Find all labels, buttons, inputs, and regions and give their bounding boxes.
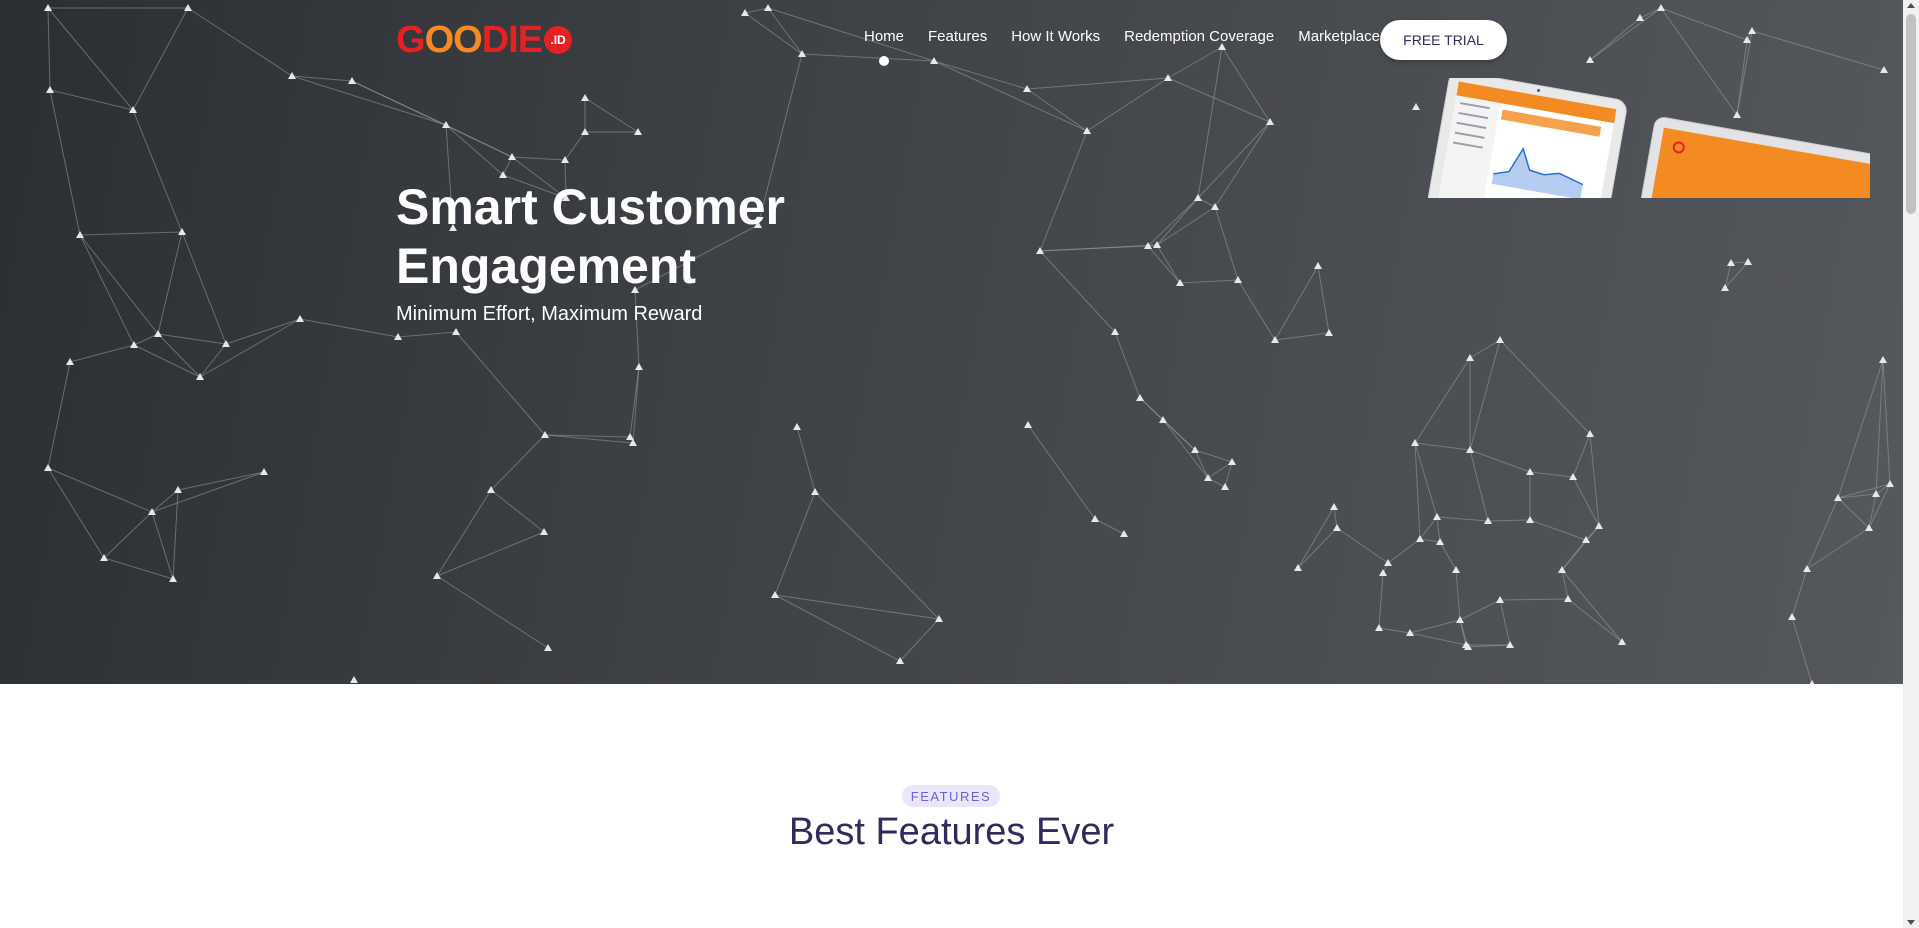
nav-features[interactable]: Features: [928, 28, 987, 45]
logo-text-g: G: [396, 19, 426, 61]
features-tag-badge: FEATURES: [902, 785, 1000, 807]
nav-marketplace[interactable]: Marketplace: [1298, 28, 1380, 45]
scroll-down-arrow-icon[interactable]: [1907, 920, 1915, 925]
logo-text-oo: OO: [424, 19, 483, 61]
page-scrollbar[interactable]: [1903, 0, 1919, 928]
logo-badge: .ID: [544, 26, 573, 54]
hero-section: G OO DIE .ID Home Features How It Works Red…: [0, 0, 1903, 684]
nav-redemption-coverage[interactable]: Redemption Coverage: [1124, 28, 1274, 45]
logo-text-die: DIE: [481, 19, 543, 61]
features-section-title: Best Features Ever: [788, 811, 1115, 853]
free-trial-button[interactable]: FREE TRIAL: [1380, 20, 1507, 60]
scroll-up-arrow-icon[interactable]: [1907, 3, 1915, 8]
hero-subtitle: Minimum Effort, Maximum Reward: [396, 303, 703, 325]
nav-how-it-works[interactable]: How It Works: [1011, 28, 1100, 45]
page: G OO DIE .ID Home Features How It Works Red…: [0, 0, 1919, 928]
device-mockup-illustration: [1427, 78, 1870, 198]
hero-title: Smart Customer Engagement: [396, 179, 785, 294]
scroll-thumb[interactable]: [1906, 14, 1916, 214]
main-nav: Home Features How It Works Redemption Co…: [864, 28, 1404, 66]
nav-home[interactable]: Home: [864, 28, 904, 66]
goodie-logo[interactable]: G OO DIE .ID: [396, 19, 573, 61]
